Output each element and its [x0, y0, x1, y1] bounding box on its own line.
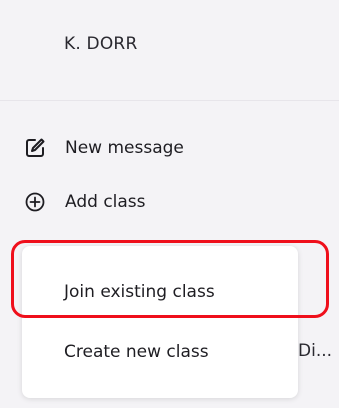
join-existing-class-option[interactable]: Join existing class	[22, 270, 298, 314]
plus-circle-icon	[24, 191, 46, 213]
new-message-label: New message	[65, 138, 184, 158]
user-name: K. DORR	[64, 34, 138, 54]
add-class-menu: Join existing class Create new class	[22, 246, 298, 398]
edit-square-icon	[24, 137, 46, 159]
create-new-class-label: Create new class	[64, 342, 209, 362]
add-class-label: Add class	[65, 192, 146, 212]
create-new-class-option[interactable]: Create new class	[22, 330, 298, 374]
divider	[0, 100, 339, 101]
new-message-button[interactable]: New message	[24, 134, 184, 162]
add-class-button[interactable]: Add class	[24, 188, 146, 216]
join-existing-class-label: Join existing class	[64, 282, 215, 302]
truncated-list-text: Di...	[298, 341, 333, 361]
